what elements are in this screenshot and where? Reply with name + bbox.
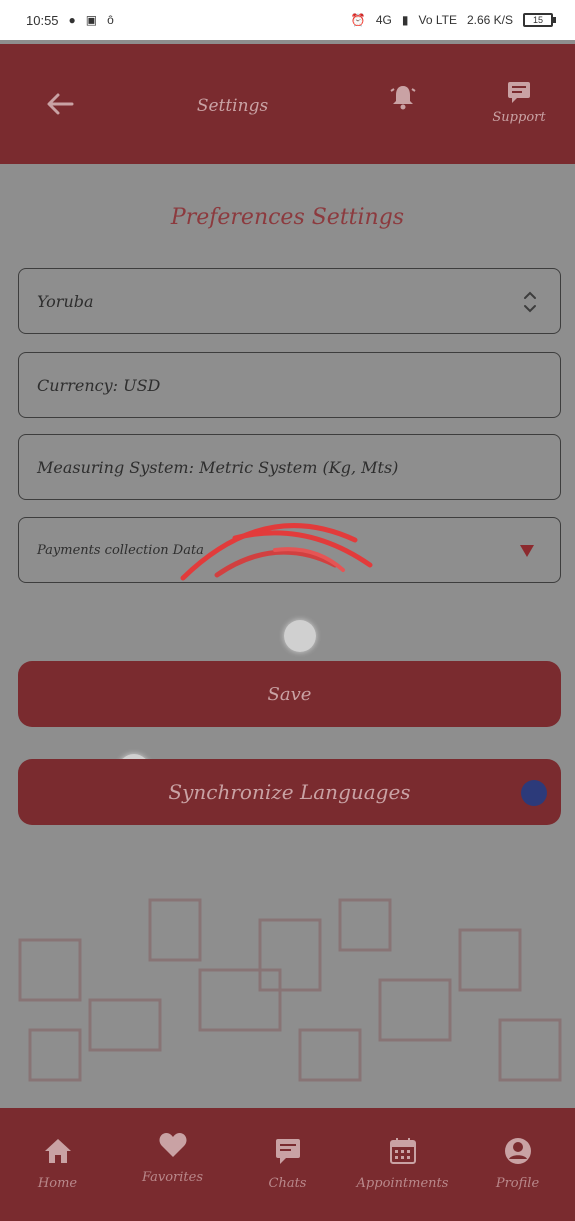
network-4g-label: 4G: [375, 13, 392, 27]
status-bar: 10:55 ● ▣ ô ⏰ 4G ▮ Vo LTE 2.66 K/S 15: [0, 0, 575, 40]
status-time: 10:55: [26, 12, 59, 28]
nav-appointments[interactable]: Appointments: [348, 1136, 458, 1191]
heart-icon: [158, 1133, 187, 1157]
loading-spinner-icon: [180, 523, 373, 581]
nav-chats-label: Chats: [268, 1176, 307, 1191]
nav-home-label: Home: [37, 1176, 78, 1191]
dropdown-triangle-icon: [520, 545, 534, 557]
app-bar: Settings Support: [0, 44, 575, 164]
language-select[interactable]: Yoruba: [18, 268, 561, 334]
speed-label: 2.66 K/S: [466, 13, 513, 27]
screenshot-notification-icon: ▣: [85, 13, 98, 27]
up-down-chevron-icon: [524, 291, 536, 313]
touch-indicator: [284, 620, 316, 652]
measuring-system-field[interactable]: Measuring System: Metric System (Kg, Mts…: [18, 434, 561, 500]
background-pattern: [18, 898, 562, 1082]
calendar-icon: [389, 1138, 416, 1164]
battery-icon: 15: [523, 13, 556, 27]
profile-icon: [504, 1138, 531, 1164]
chat-icon: [275, 1139, 300, 1164]
nav-home[interactable]: Home: [3, 1136, 113, 1191]
app-notification-icon: ô: [107, 13, 114, 27]
volte-label: Vo LTE: [418, 13, 457, 27]
battery-level: 15: [532, 15, 543, 25]
nav-chats[interactable]: Chats: [233, 1136, 343, 1191]
language-value: Yoruba: [37, 291, 94, 311]
nav-profile-label: Profile: [495, 1176, 540, 1191]
signal-icon: ▮: [401, 13, 409, 27]
save-label: Save: [267, 683, 312, 705]
currency-value: Currency: USD: [37, 375, 161, 395]
home-icon: [44, 1139, 71, 1163]
notification-bell-icon[interactable]: [388, 82, 418, 112]
currency-field[interactable]: Currency: USD: [18, 352, 561, 418]
support-button[interactable]: Support: [484, 80, 554, 125]
measuring-value: Measuring System: Metric System (Kg, Mts…: [37, 457, 399, 477]
message-notification-icon: ●: [68, 13, 76, 27]
nav-profile[interactable]: Profile: [463, 1136, 573, 1191]
nav-appointments-label: Appointments: [356, 1176, 449, 1191]
bottom-navigation: Home Favorites Chats Appointments Profil…: [0, 1108, 575, 1221]
save-button[interactable]: Save: [18, 661, 561, 727]
sync-label: Synchronize Languages: [168, 780, 411, 804]
synchronize-languages-button[interactable]: Synchronize Languages: [18, 759, 561, 825]
support-label: Support: [492, 110, 546, 125]
support-chat-icon: [508, 82, 530, 103]
sync-badge-icon: [521, 780, 547, 806]
nav-favorites-label: Favorites: [141, 1170, 204, 1185]
nav-favorites[interactable]: Favorites: [118, 1133, 228, 1185]
alarm-icon: ⏰: [350, 13, 366, 27]
section-title: Preferences Settings: [170, 205, 405, 230]
